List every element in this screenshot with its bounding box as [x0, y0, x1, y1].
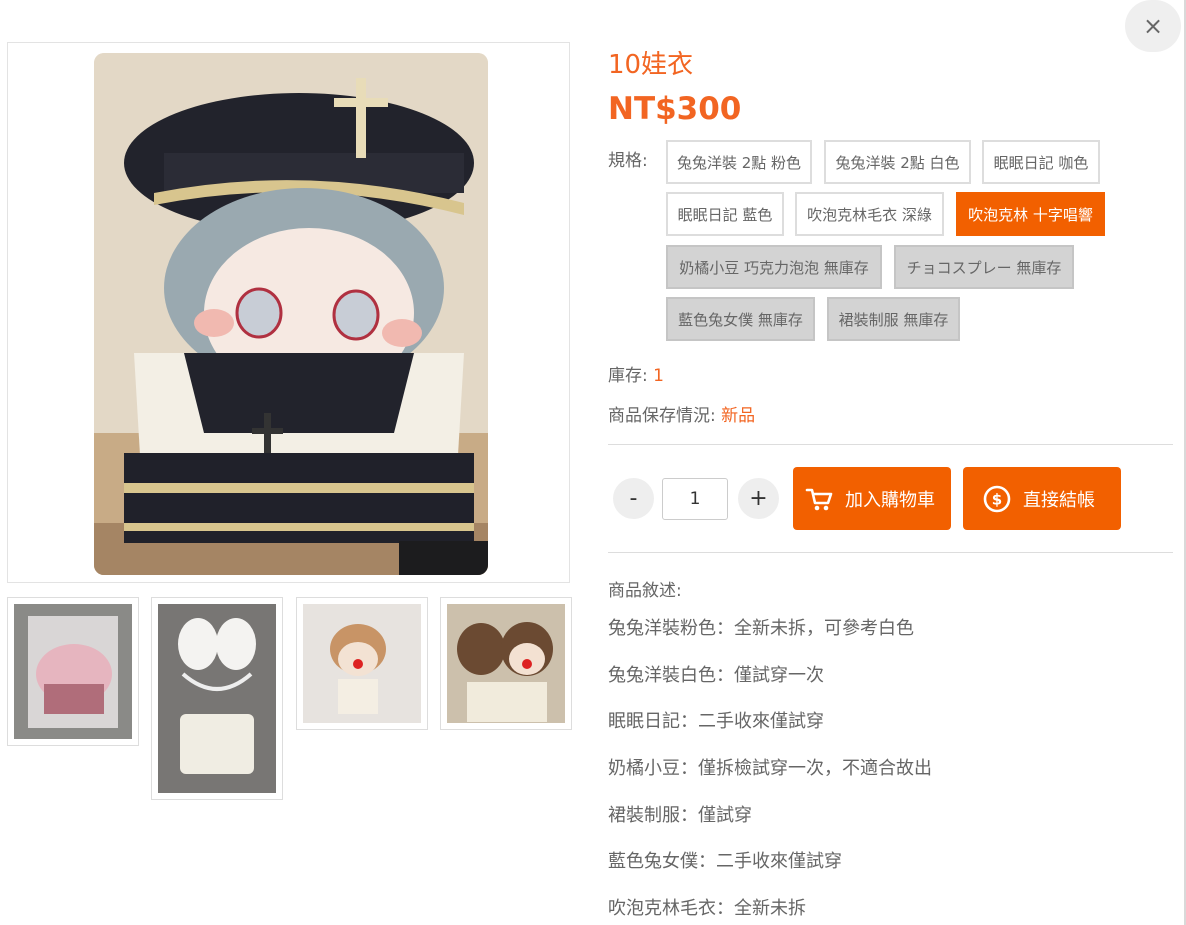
- description-label: 商品敘述:: [608, 581, 682, 601]
- thumbnail-image: [447, 604, 565, 723]
- main-product-image[interactable]: [7, 42, 570, 583]
- svg-text:$: $: [992, 490, 1002, 508]
- divider: [608, 444, 1173, 445]
- stock-value: 1: [653, 366, 664, 386]
- stock-row: 庫存: 1: [608, 361, 664, 386]
- product-price: NT$300: [608, 91, 742, 127]
- quantity-increase-button[interactable]: +: [738, 478, 779, 519]
- description-line: 兔兔洋裝粉色：全新未拆，可參考白色: [608, 618, 914, 639]
- thumbnail-image: [158, 604, 276, 793]
- thumbnail-image: [14, 604, 132, 739]
- spec-option[interactable]: 兔兔洋裝 2點 白色: [824, 140, 971, 184]
- spec-option-disabled[interactable]: 裙裝制服 無庫存: [827, 297, 960, 341]
- description-line: 吹泡克林毛衣：全新未拆: [608, 898, 806, 919]
- add-to-cart-button[interactable]: 加入購物車: [793, 467, 951, 530]
- product-title: 10娃衣: [608, 50, 694, 80]
- doll-photo: [94, 53, 488, 575]
- dollar-coin-icon: $: [983, 485, 1011, 513]
- spec-option[interactable]: 吹泡克林毛衣 深綠: [795, 192, 944, 236]
- description-line: 眠眠日記：二手收來僅試穿: [608, 711, 824, 732]
- thumbnail-image: [303, 604, 421, 723]
- condition-row: 商品保存情況: 新品: [608, 401, 755, 426]
- divider: [608, 552, 1173, 553]
- description-line: 兔兔洋裝白色：僅試穿一次: [608, 665, 824, 686]
- close-button[interactable]: ×: [1125, 0, 1181, 52]
- add-to-cart-label: 加入購物車: [845, 489, 935, 511]
- thumbnail-1[interactable]: [7, 597, 139, 746]
- spec-option[interactable]: 眠眠日記 咖色: [982, 140, 1100, 184]
- cart-icon: [805, 486, 833, 512]
- checkout-label: 直接結帳: [1023, 489, 1095, 511]
- close-icon: ×: [1142, 12, 1164, 40]
- checkout-button[interactable]: $ 直接結帳: [963, 467, 1121, 530]
- spec-option[interactable]: 兔兔洋裝 2點 粉色: [666, 140, 812, 184]
- spec-option-disabled[interactable]: 藍色兔女僕 無庫存: [666, 297, 815, 341]
- description-line: 裙裝制服：僅試穿: [608, 805, 752, 826]
- spec-label: 規格:: [608, 151, 648, 171]
- quantity-input[interactable]: [662, 478, 728, 520]
- spec-option-disabled[interactable]: 奶橘小豆 巧克力泡泡 無庫存: [666, 245, 882, 289]
- spec-option-disabled[interactable]: チョコスプレー 無庫存: [894, 245, 1074, 289]
- description-line: 奶橘小豆：僅拆檢試穿一次，不適合故出: [608, 758, 932, 779]
- description-line: 藍色兔女僕：二手收來僅試穿: [608, 851, 842, 872]
- spec-option-selected[interactable]: 吹泡克林 十字唱響: [956, 192, 1105, 236]
- quantity-decrease-button[interactable]: -: [613, 478, 654, 519]
- thumbnail-2[interactable]: [151, 597, 283, 800]
- spec-option[interactable]: 眠眠日記 藍色: [666, 192, 784, 236]
- stock-label: 庫存:: [608, 366, 654, 386]
- condition-label: 商品保存情況:: [608, 406, 722, 426]
- thumbnail-3[interactable]: [296, 597, 428, 730]
- condition-value: 新品: [721, 406, 756, 426]
- thumbnail-4[interactable]: [440, 597, 572, 730]
